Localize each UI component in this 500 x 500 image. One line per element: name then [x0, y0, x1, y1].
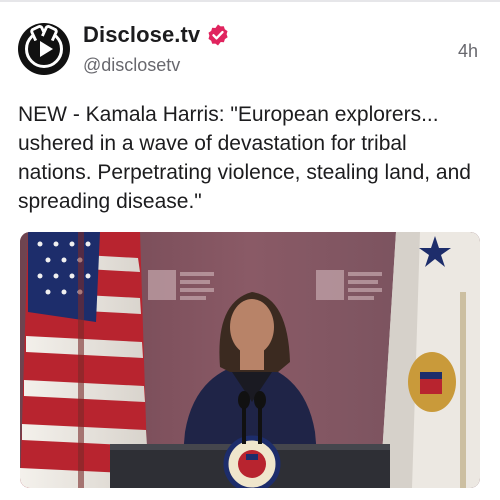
author-name-row: Disclose.tv — [83, 22, 230, 48]
disclosetv-logo-icon — [25, 30, 63, 68]
verified-badge-icon — [208, 24, 228, 46]
post-video-thumbnail[interactable] — [20, 232, 480, 488]
video-frame-image — [20, 232, 480, 488]
vice-president-flag — [380, 232, 480, 488]
avatar[interactable] — [18, 23, 70, 75]
post-text: NEW - Kamala Harris: "European explorers… — [18, 103, 471, 213]
post-timestamp[interactable]: 4h — [458, 41, 478, 62]
display-name[interactable]: Disclose.tv — [83, 22, 200, 48]
top-divider — [0, 0, 500, 2]
author-handle[interactable]: @disclosetv — [83, 55, 180, 76]
